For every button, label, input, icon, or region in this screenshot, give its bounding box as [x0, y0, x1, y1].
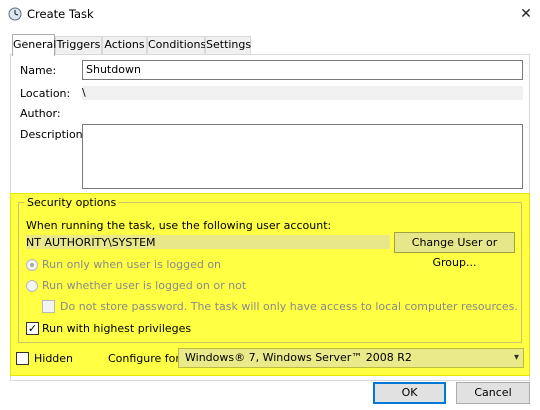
- window-title: Create Task: [27, 7, 94, 21]
- configure-for-value: Windows® 7, Windows Server™ 2008 R2: [185, 351, 412, 364]
- no-store-password-label: Do not store password. The task will onl…: [60, 300, 518, 313]
- run-logged-on-radio[interactable]: [26, 259, 38, 271]
- security-options-legend: Security options: [24, 196, 120, 209]
- checkmark-icon: ✓: [27, 322, 38, 335]
- title-bar: Create Task ✕: [0, 0, 540, 28]
- configure-for-select[interactable]: Windows® 7, Windows Server™ 2008 R2 ▾: [178, 348, 524, 368]
- run-whether-radio[interactable]: [26, 280, 38, 292]
- configure-for-label: Configure for:: [108, 352, 184, 365]
- run-logged-on-label: Run only when user is logged on: [42, 258, 222, 271]
- account-field: NT AUTHORITY\SYSTEM: [26, 235, 390, 249]
- name-field[interactable]: Shutdown: [82, 60, 523, 80]
- location-value: \: [82, 86, 86, 99]
- chevron-down-icon: ▾: [513, 352, 519, 363]
- tab-label: Conditions: [148, 38, 207, 51]
- cancel-label: Cancel: [474, 386, 512, 399]
- close-icon: ✕: [520, 6, 532, 22]
- tab-label: Settings: [206, 38, 252, 51]
- author-label: Author:: [20, 107, 61, 120]
- highest-privileges-checkbox[interactable]: ✓: [26, 322, 39, 335]
- description-label: Description:: [20, 128, 87, 141]
- account-prompt: When running the task, use the following…: [26, 219, 332, 232]
- change-user-button[interactable]: Change User or Group...: [394, 232, 515, 269]
- location-value-field: \: [82, 86, 523, 100]
- tab-general[interactable]: General: [12, 34, 57, 56]
- hidden-label: Hidden: [34, 352, 74, 365]
- tab-settings[interactable]: Settings: [205, 36, 251, 54]
- task-scheduler-icon: [8, 7, 22, 21]
- close-button[interactable]: ✕: [516, 4, 536, 24]
- hidden-checkbox[interactable]: [16, 352, 29, 365]
- highest-privileges-label: Run with highest privileges: [42, 322, 192, 335]
- tab-triggers[interactable]: Triggers: [55, 36, 102, 54]
- ok-button[interactable]: OK: [373, 382, 446, 404]
- tab-label: Actions: [104, 38, 145, 51]
- run-whether-label: Run whether user is logged on or not: [42, 279, 247, 292]
- no-store-password-checkbox[interactable]: [42, 300, 55, 313]
- tab-actions[interactable]: Actions: [102, 36, 147, 54]
- tab-label: General: [13, 38, 57, 51]
- location-label: Location:: [20, 87, 71, 100]
- description-field[interactable]: [82, 124, 523, 189]
- account-value: NT AUTHORITY\SYSTEM: [26, 236, 156, 249]
- tab-conditions[interactable]: Conditions: [147, 36, 207, 54]
- ok-label: OK: [401, 386, 418, 399]
- name-label: Name:: [20, 64, 57, 77]
- tab-label: Triggers: [56, 38, 101, 51]
- cancel-button[interactable]: Cancel: [456, 382, 530, 404]
